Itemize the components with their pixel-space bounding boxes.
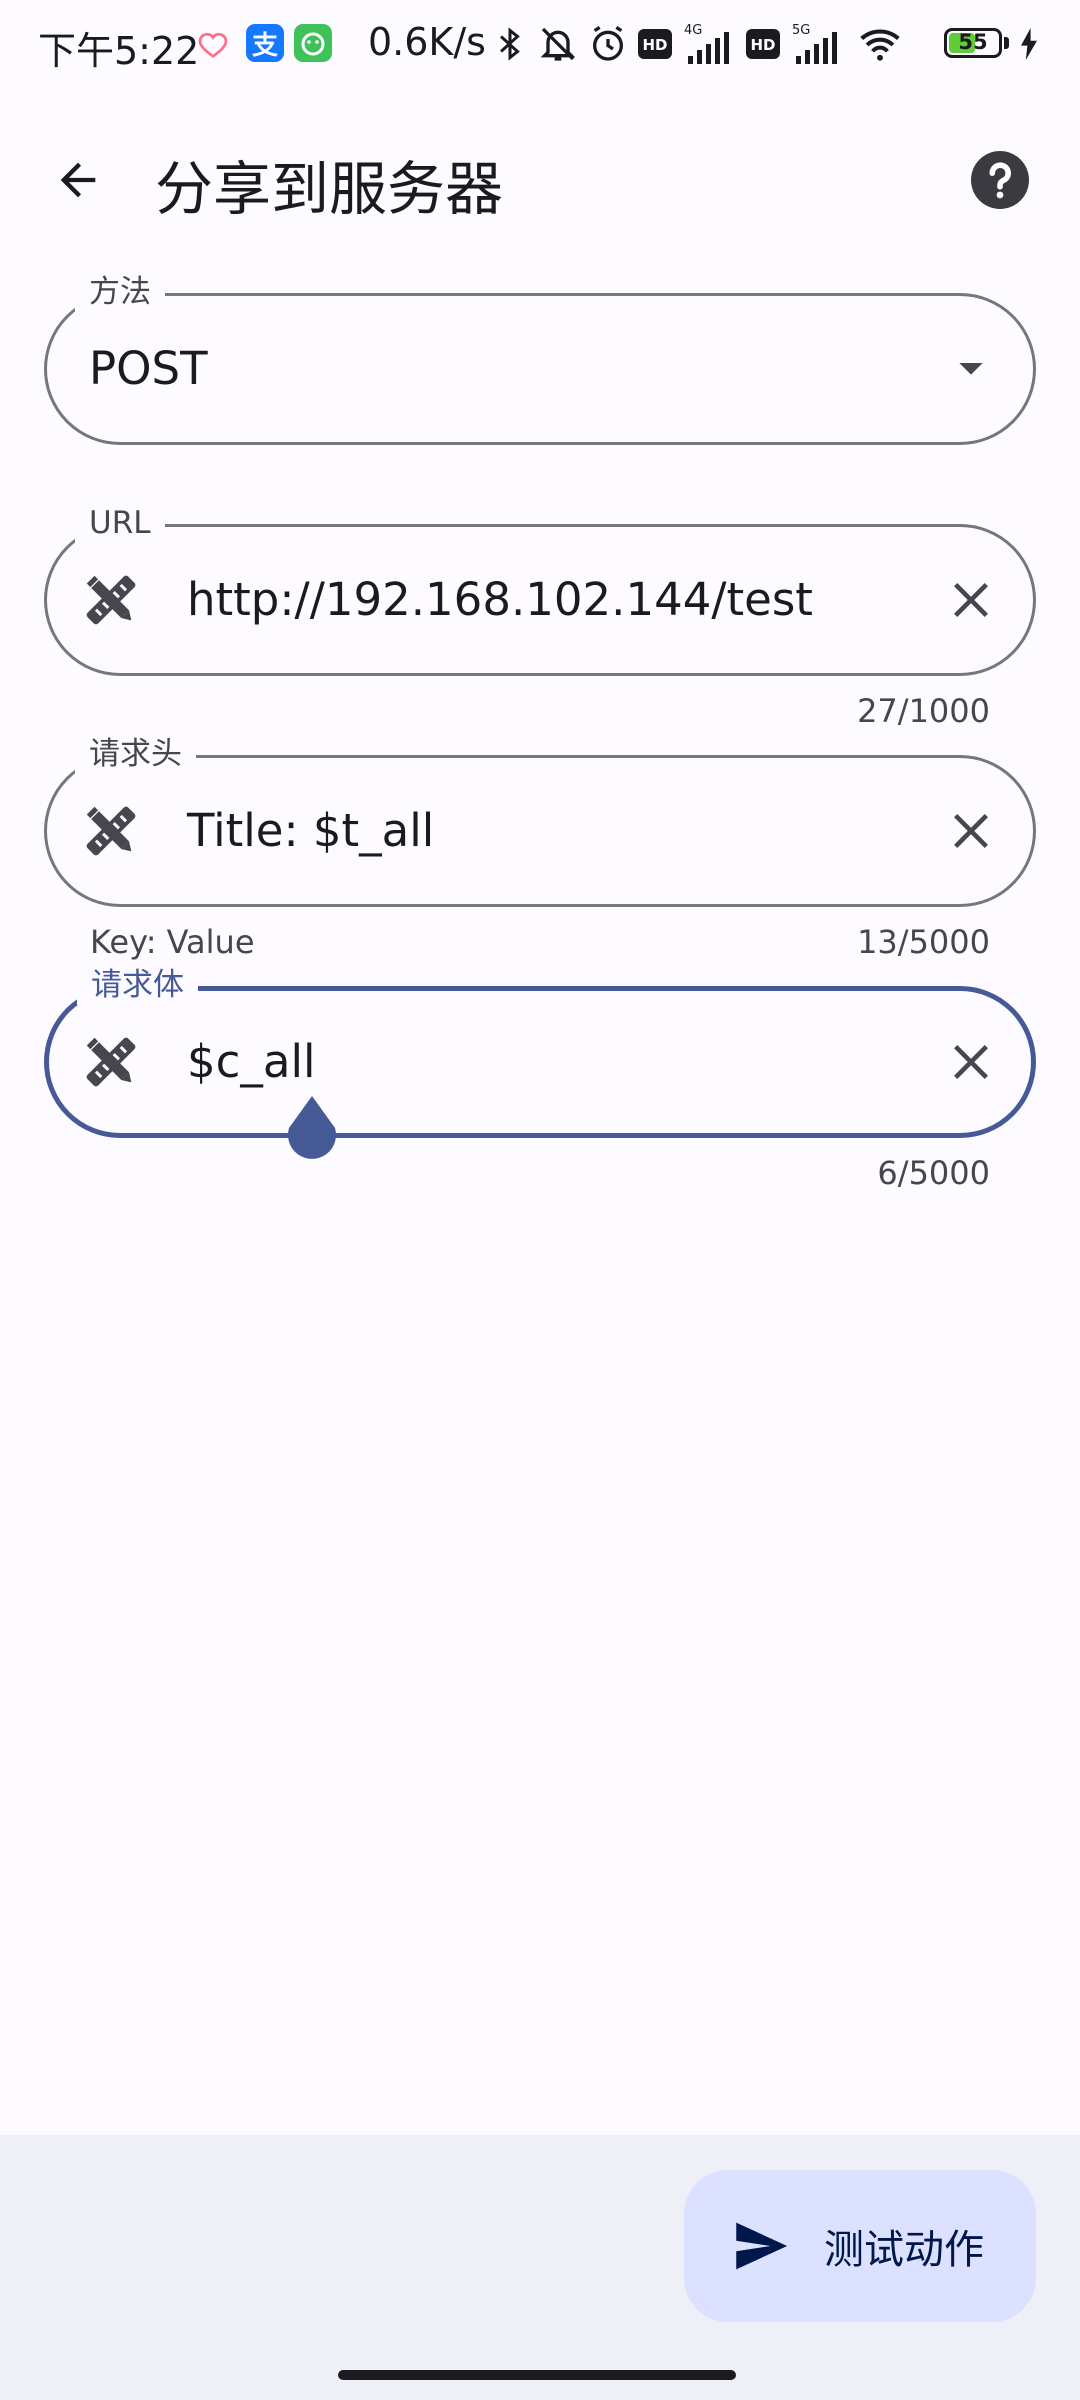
back-button[interactable] <box>38 140 118 220</box>
clear-body-button[interactable] <box>931 1022 1011 1102</box>
headers-label: 请求头 <box>75 734 196 774</box>
home-indicator[interactable] <box>338 2370 736 2380</box>
battery-icon: 55 <box>944 28 1002 58</box>
headers-input[interactable]: Title: $t_all <box>187 758 434 904</box>
text-cursor-handle[interactable] <box>283 1094 341 1166</box>
status-icons: HD 4G HD 5G <box>492 20 906 68</box>
close-icon <box>954 1045 988 1079</box>
svg-text:4G: 4G <box>684 23 702 38</box>
method-dropdown[interactable]: 方法 POST <box>44 272 1036 445</box>
hd-icon: HD <box>638 29 672 59</box>
wifi-icon <box>860 29 900 61</box>
help-button[interactable] <box>960 140 1040 220</box>
charging-icon <box>1021 28 1037 60</box>
alarm-icon <box>593 25 623 61</box>
url-label: URL <box>75 503 165 543</box>
send-icon <box>736 2222 788 2270</box>
clear-url-button[interactable] <box>931 560 1011 640</box>
method-value: POST <box>89 342 208 395</box>
bluetooth-icon <box>499 27 520 61</box>
alipay-icon: 支 <box>246 24 284 62</box>
body-label: 请求体 <box>77 965 198 1005</box>
body-counter: 6/5000 <box>877 1154 990 1192</box>
body-field[interactable]: 请求体 $c_all <box>44 965 1036 1138</box>
url-counter: 27/1000 <box>857 692 990 730</box>
signal-4g-icon: 4G <box>684 23 729 64</box>
heart-icon <box>198 32 228 58</box>
battery-cap <box>1004 37 1009 49</box>
test-action-label: 测试动作 <box>824 2227 984 2273</box>
clear-headers-button[interactable] <box>931 791 1011 871</box>
headers-counter: 13/5000 <box>857 923 990 961</box>
headers-helper-text: Key: Value <box>90 923 255 961</box>
svg-text:HD: HD <box>642 36 667 54</box>
network-speed: 0.6K/s <box>368 20 486 64</box>
url-input[interactable]: http://192.168.102.144/test <box>187 527 813 673</box>
design-tools-icon <box>86 1037 136 1087</box>
signal-5g-icon: 5G <box>792 23 837 64</box>
help-icon <box>971 151 1029 209</box>
battery-level: 55 <box>958 30 988 54</box>
headers-field[interactable]: 请求头 Title: $t_all <box>44 734 1036 907</box>
hd-icon: HD <box>746 29 780 59</box>
close-icon <box>954 583 988 617</box>
dropdown-arrow-icon <box>959 363 983 375</box>
close-icon <box>954 814 988 848</box>
svg-text:5G: 5G <box>792 23 810 38</box>
test-action-button[interactable]: 测试动作 <box>684 2170 1036 2322</box>
page-title: 分享到服务器 <box>155 155 504 223</box>
design-tools-icon <box>86 575 136 625</box>
app-icon <box>294 24 332 62</box>
design-tools-icon <box>86 806 136 856</box>
status-time: 下午5:22 <box>38 29 200 73</box>
status-bar: 下午5:22 支 0.6K/s HD 4G HD 5G 55 <box>0 0 1080 90</box>
arrow-back-icon <box>60 162 96 198</box>
mute-bell-icon <box>540 27 576 61</box>
svg-text:HD: HD <box>750 36 775 54</box>
app-bar: 分享到服务器 <box>0 90 1080 280</box>
url-field[interactable]: URL http://192.168.102.144/test <box>44 503 1036 676</box>
